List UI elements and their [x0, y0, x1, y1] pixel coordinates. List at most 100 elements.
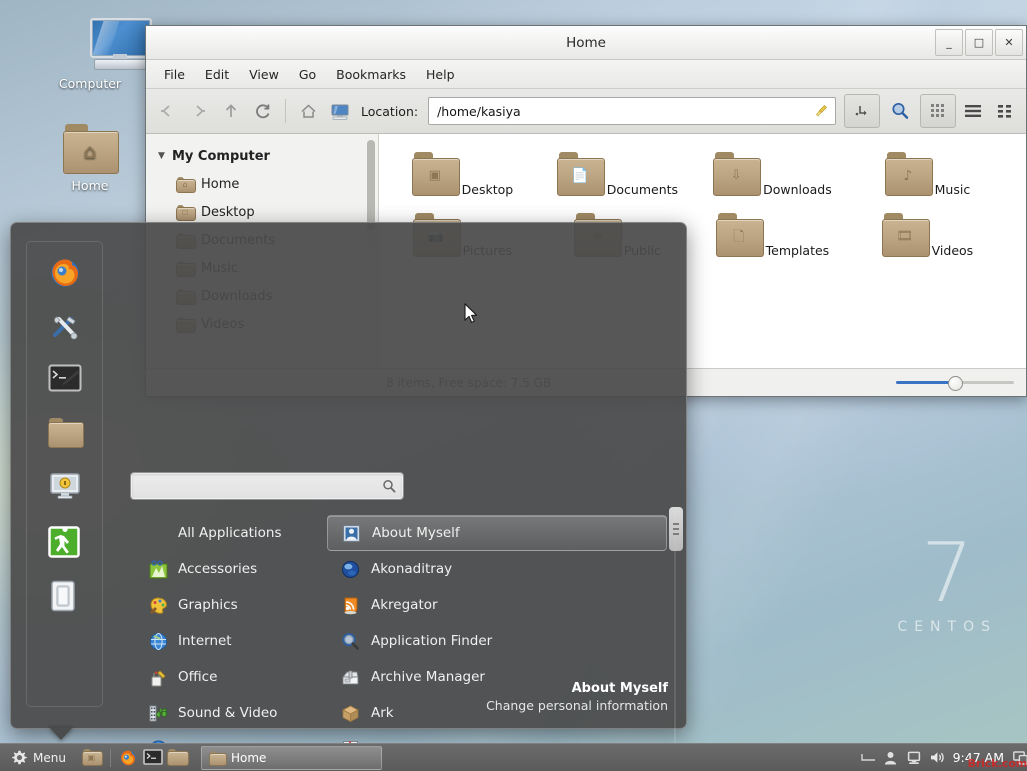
compact-view-icon[interactable]: [990, 96, 1020, 126]
lock-screen-icon[interactable]: [48, 472, 82, 506]
reload-icon[interactable]: [248, 96, 278, 126]
category-label: Internet: [178, 633, 232, 649]
file-item-music[interactable]: ♪ Music: [850, 146, 1005, 207]
category-sound-video[interactable]: Sound & Video: [139, 695, 317, 731]
network-icon[interactable]: [907, 751, 921, 765]
desktop-root: Computer ⌂ Home 7 CENTOS Home _ □ ✕ File…: [0, 0, 1027, 771]
broom-clear-icon[interactable]: [814, 104, 829, 119]
desktop-icon-home[interactable]: ⌂ Home: [38, 120, 142, 193]
zoom-slider-track-filled: [896, 381, 956, 384]
akonaditray-icon: [341, 560, 360, 579]
sidebar-item-home[interactable]: ⌂ Home: [146, 170, 378, 198]
settings-tools-icon[interactable]: [48, 310, 82, 344]
sidebar-heading[interactable]: ▼ My Computer: [146, 142, 378, 170]
app-item-application-finder[interactable]: Application Finder: [327, 623, 667, 659]
category-accessories[interactable]: Accessories: [139, 551, 317, 587]
switch-user-icon[interactable]: [48, 580, 82, 614]
home-folder-icon: ⌂: [38, 120, 142, 176]
application-menu-panel: All Applications Accessories Graphics In…: [10, 222, 687, 729]
watermark-text: Brick.com: [968, 757, 1027, 770]
computer-monitor-icon: [38, 18, 142, 74]
home-icon[interactable]: [293, 96, 323, 126]
desktop-icon-label: Home: [38, 179, 142, 193]
user-icon[interactable]: [884, 751, 898, 765]
mouse-cursor: [464, 303, 478, 324]
app-item-akonaditray[interactable]: Akonaditray: [327, 551, 667, 587]
file-manager-folder-icon[interactable]: [48, 418, 82, 452]
file-item-desktop[interactable]: ▣ Desktop: [385, 146, 540, 207]
keyboard-icon[interactable]: [861, 751, 875, 765]
file-item-templates[interactable]: 🗋 Templates: [695, 207, 850, 268]
taskbar-launcher-terminal[interactable]: [143, 749, 163, 767]
menu-view[interactable]: View: [241, 64, 287, 85]
app-item-label: Akregator: [371, 597, 438, 613]
menu-edit[interactable]: Edit: [197, 64, 237, 85]
up-icon[interactable]: [216, 96, 246, 126]
file-item-label: Videos: [932, 243, 974, 258]
category-all-applications[interactable]: All Applications: [139, 515, 317, 551]
close-button[interactable]: ✕: [995, 29, 1023, 56]
app-item-label: Akonaditray: [371, 561, 452, 577]
application-finder-icon: [341, 632, 360, 651]
search-icon[interactable]: [885, 96, 915, 126]
window-titlebar: Home _ □ ✕: [146, 26, 1026, 60]
menu-help[interactable]: Help: [418, 64, 463, 85]
open-terminal-group: [844, 94, 880, 128]
sound-video-icon: [149, 704, 168, 723]
menu-file[interactable]: File: [156, 64, 193, 85]
list-view-icon[interactable]: [958, 96, 988, 126]
search-icon[interactable]: [382, 479, 396, 493]
category-label: Office: [178, 669, 217, 685]
file-item-videos[interactable]: 🎞 Videos: [850, 207, 1005, 268]
computer-icon[interactable]: [325, 96, 355, 126]
zoom-slider[interactable]: [896, 376, 1014, 389]
forward-icon[interactable]: [184, 96, 214, 126]
sidebar-item-label: Desktop: [201, 205, 255, 220]
maximize-button[interactable]: □: [965, 29, 993, 56]
desktop-icon-computer[interactable]: Computer: [38, 18, 142, 91]
app-list-scrollbar[interactable]: [669, 507, 683, 771]
menu-search-box[interactable]: [131, 473, 403, 499]
taskbar-launcher-firefox[interactable]: [119, 749, 139, 767]
scrollbar-handle[interactable]: [669, 507, 683, 551]
log-out-icon[interactable]: [48, 526, 82, 560]
folder-documents-icon: 📄: [557, 183, 607, 197]
toolbar: Location:: [146, 89, 1026, 134]
grid-thumbnails-icon[interactable]: [923, 96, 953, 126]
app-item-about-myself[interactable]: About Myself: [327, 515, 667, 551]
accessories-icon: [149, 560, 168, 579]
category-office[interactable]: Office: [139, 659, 317, 695]
taskbar-window-home[interactable]: Home: [201, 746, 382, 770]
app-item-akregator[interactable]: Akregator: [327, 587, 667, 623]
menu-footer-description: Change personal information: [486, 697, 668, 714]
window-title: Home: [566, 35, 606, 51]
terminal-icon[interactable]: [48, 364, 82, 398]
taskbar-menu-button[interactable]: Menu: [6, 748, 72, 767]
taskbar-launcher-folder[interactable]: [167, 749, 187, 767]
taskbar-window-label: Home: [231, 751, 266, 765]
category-internet[interactable]: Internet: [139, 623, 317, 659]
sidebar-scrollbar-thumb[interactable]: [367, 140, 375, 230]
category-graphics[interactable]: Graphics: [139, 587, 317, 623]
open-terminal-icon[interactable]: [847, 96, 877, 126]
app-item-label: Archive Manager: [371, 669, 485, 685]
location-input[interactable]: [435, 103, 814, 120]
volume-icon[interactable]: [930, 751, 944, 765]
chevron-down-icon[interactable]: ▼: [158, 151, 172, 161]
menu-go[interactable]: Go: [291, 64, 324, 85]
minimize-button[interactable]: _: [935, 29, 963, 56]
zoom-slider-knob[interactable]: [948, 376, 963, 391]
location-bar[interactable]: [428, 97, 836, 125]
back-icon[interactable]: [152, 96, 182, 126]
file-item-documents[interactable]: 📄 Documents: [540, 146, 695, 207]
category-label: All Applications: [178, 525, 282, 541]
firefox-icon[interactable]: [48, 256, 82, 290]
menu-footer-info: About Myself Change personal information: [486, 680, 668, 714]
taskbar-launcher-file-manager[interactable]: ▣: [82, 749, 102, 767]
file-item-downloads[interactable]: ⇩ Downloads: [695, 146, 850, 207]
menu-bookmarks[interactable]: Bookmarks: [328, 64, 414, 85]
file-item-label: Templates: [766, 243, 830, 258]
folder-music-icon: ♪: [885, 183, 935, 197]
search-input[interactable]: [138, 478, 382, 495]
thumbnails-group: [920, 94, 956, 128]
